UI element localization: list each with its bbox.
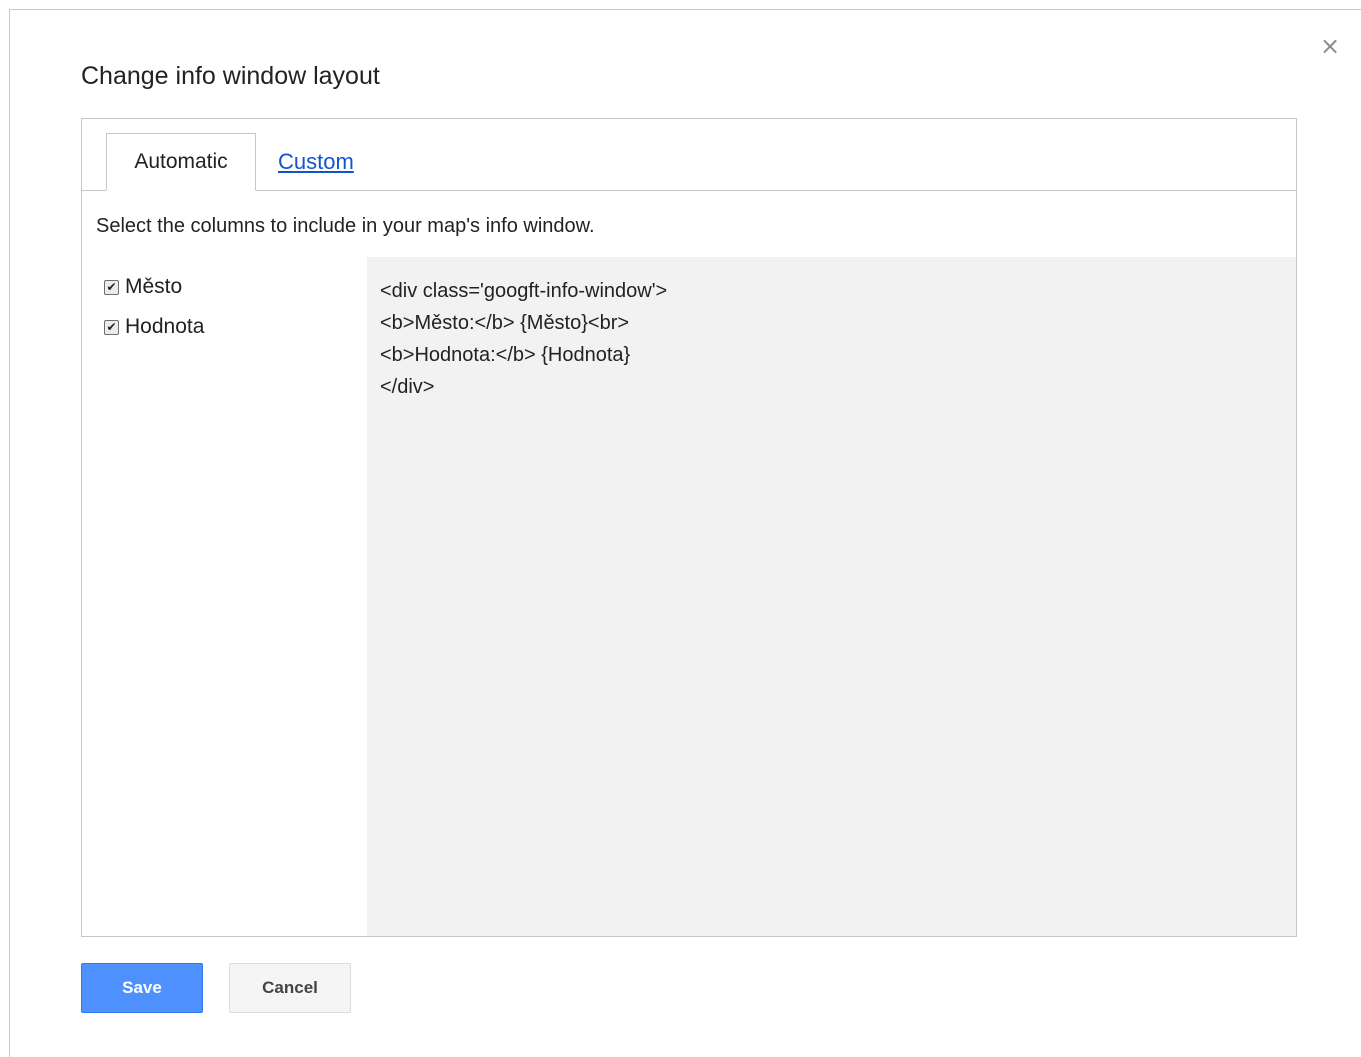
template-line: </div> <box>380 376 435 398</box>
column-item-mesto[interactable]: ✔ Město <box>82 267 367 307</box>
template-preview: <div class='googft-info-window'> <b>Měst… <box>367 257 1296 936</box>
background-edge-top <box>9 0 1361 10</box>
close-icon[interactable]: × <box>1318 34 1342 58</box>
column-label-mesto: Město <box>125 275 183 298</box>
hodnota-checkbox[interactable]: ✔ <box>104 319 119 335</box>
column-item-hodnota[interactable]: ✔ Hodnota <box>82 307 367 347</box>
cancel-button[interactable]: Cancel <box>229 963 351 1013</box>
template-line: <b>Hodnota:</b> {Hodnota} <box>380 344 631 366</box>
column-label-hodnota: Hodnota <box>125 315 205 338</box>
save-button[interactable]: Save <box>81 963 203 1013</box>
layout-panel: Automatic Custom Select the columns to i… <box>81 118 1297 937</box>
info-window-layout-dialog: × Change info window layout Automatic Cu… <box>0 0 1361 1057</box>
tab-automatic[interactable]: Automatic <box>106 133 256 191</box>
template-line: <div class='googft-info-window'> <box>380 280 668 302</box>
tab-custom[interactable]: Custom <box>278 147 354 177</box>
tab-strip: Automatic Custom <box>82 119 1296 191</box>
columns-list: ✔ Město ✔ Hodnota <box>82 257 367 936</box>
background-edge-left <box>0 0 10 1057</box>
template-line: <b>Město:</b> {Město}<br> <box>380 312 630 334</box>
mesto-checkbox[interactable]: ✔ <box>104 279 119 295</box>
dialog-title: Change info window layout <box>81 62 380 90</box>
instructions-text: Select the columns to include in your ma… <box>96 215 595 237</box>
